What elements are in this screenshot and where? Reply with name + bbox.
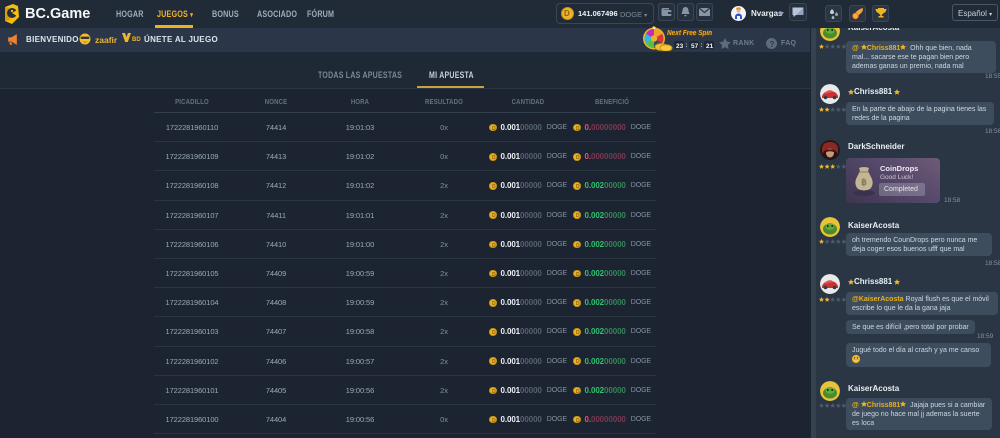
svg-text:฿: ฿ — [861, 177, 867, 187]
